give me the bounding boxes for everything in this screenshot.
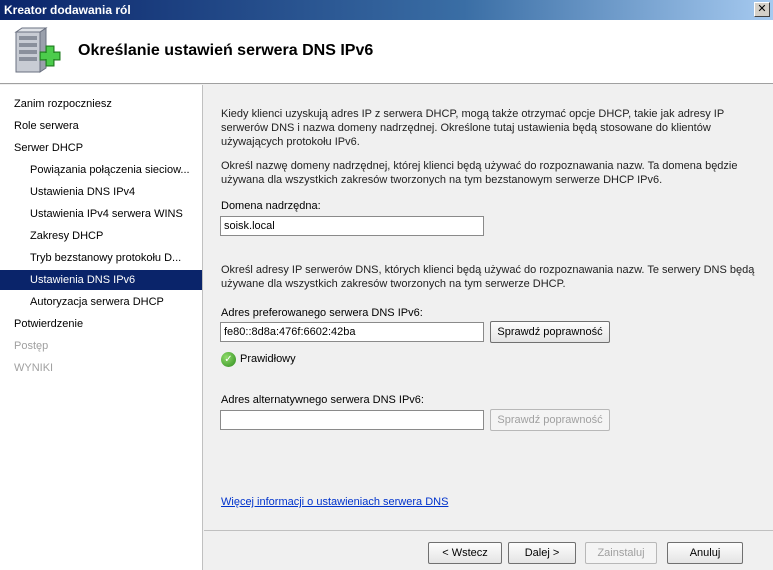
alternate-dns-input[interactable] bbox=[220, 410, 484, 430]
sidebar-item-confirmation[interactable]: Potwierdzenie bbox=[0, 314, 202, 334]
sidebar-item-dhcp-authorization[interactable]: Autoryzacja serwera DHCP bbox=[0, 292, 202, 312]
wizard-footer: < Wstecz Dalej > Zainstaluj Anuluj bbox=[204, 530, 773, 570]
server-add-icon bbox=[14, 27, 61, 73]
sidebar-item-dhcp-server[interactable]: Serwer DHCP bbox=[0, 138, 202, 158]
sidebar-item-wins-ipv4[interactable]: Ustawienia IPv4 serwera WINS bbox=[0, 204, 202, 224]
sidebar-item-progress: Postęp bbox=[14, 340, 49, 352]
cancel-button[interactable]: Anuluj bbox=[667, 542, 743, 564]
sidebar-item-results: WYNIKI bbox=[14, 362, 54, 374]
back-button[interactable]: < Wstecz bbox=[428, 542, 502, 564]
sidebar-item-network-bindings[interactable]: Powiązania połączenia sieciow... bbox=[0, 160, 202, 180]
dns-intro-text: Określ adresy IP serwerów DNS, których k… bbox=[221, 264, 755, 290]
sidebar-item-dhcp-scopes[interactable]: Zakresy DHCP bbox=[0, 226, 202, 246]
validate-preferred-button[interactable]: Sprawdź poprawność bbox=[490, 321, 610, 343]
window-title: Kreator dodawania ról bbox=[4, 3, 131, 17]
validate-alternate-button: Sprawdź poprawność bbox=[490, 409, 610, 431]
install-button: Zainstaluj bbox=[585, 542, 657, 564]
wizard-steps-sidebar: Zanim rozpoczniesz Role serwera Serwer D… bbox=[0, 85, 203, 570]
close-button[interactable]: ✕ bbox=[754, 2, 770, 17]
page-title: Określanie ustawień serwera DNS IPv6 bbox=[78, 42, 374, 59]
sidebar-item-stateless-mode[interactable]: Tryb bezstanowy protokołu D... bbox=[0, 248, 202, 268]
next-button[interactable]: Dalej > bbox=[508, 542, 576, 564]
validation-status-text: Prawidłowy bbox=[240, 353, 296, 366]
domain-intro-text: Określ nazwę domeny nadrzędnej, której k… bbox=[221, 160, 738, 186]
alternate-dns-label: Adres alternatywnego serwera DNS IPv6: bbox=[221, 394, 424, 406]
checkmark-icon: ✓ bbox=[221, 351, 236, 367]
dns-settings-help-link[interactable]: Więcej informacji o ustawieniach serwera… bbox=[221, 496, 448, 508]
sidebar-item-server-roles[interactable]: Role serwera bbox=[0, 116, 202, 136]
title-bar: Kreator dodawania ról ✕ bbox=[0, 0, 773, 20]
parent-domain-label: Domena nadrzędna: bbox=[221, 200, 321, 212]
sidebar-item-before-you-begin[interactable]: Zanim rozpoczniesz bbox=[0, 94, 202, 114]
parent-domain-input[interactable] bbox=[220, 216, 484, 236]
sidebar-item-dns-ipv6[interactable]: Ustawienia DNS IPv6 bbox=[0, 270, 202, 290]
close-icon: ✕ bbox=[757, 3, 767, 15]
preferred-dns-label: Adres preferowanego serwera DNS IPv6: bbox=[221, 307, 423, 319]
preferred-dns-input[interactable] bbox=[220, 322, 484, 342]
wizard-header: Określanie ustawień serwera DNS IPv6 bbox=[0, 20, 773, 84]
sidebar-item-dns-ipv4[interactable]: Ustawienia DNS IPv4 bbox=[0, 182, 202, 202]
intro-text: Kiedy klienci uzyskują adres IP z serwer… bbox=[221, 108, 724, 148]
main-content: Kiedy klienci uzyskują adres IP z serwer… bbox=[204, 85, 773, 530]
validation-status: ✓ Prawidłowy bbox=[221, 351, 296, 367]
